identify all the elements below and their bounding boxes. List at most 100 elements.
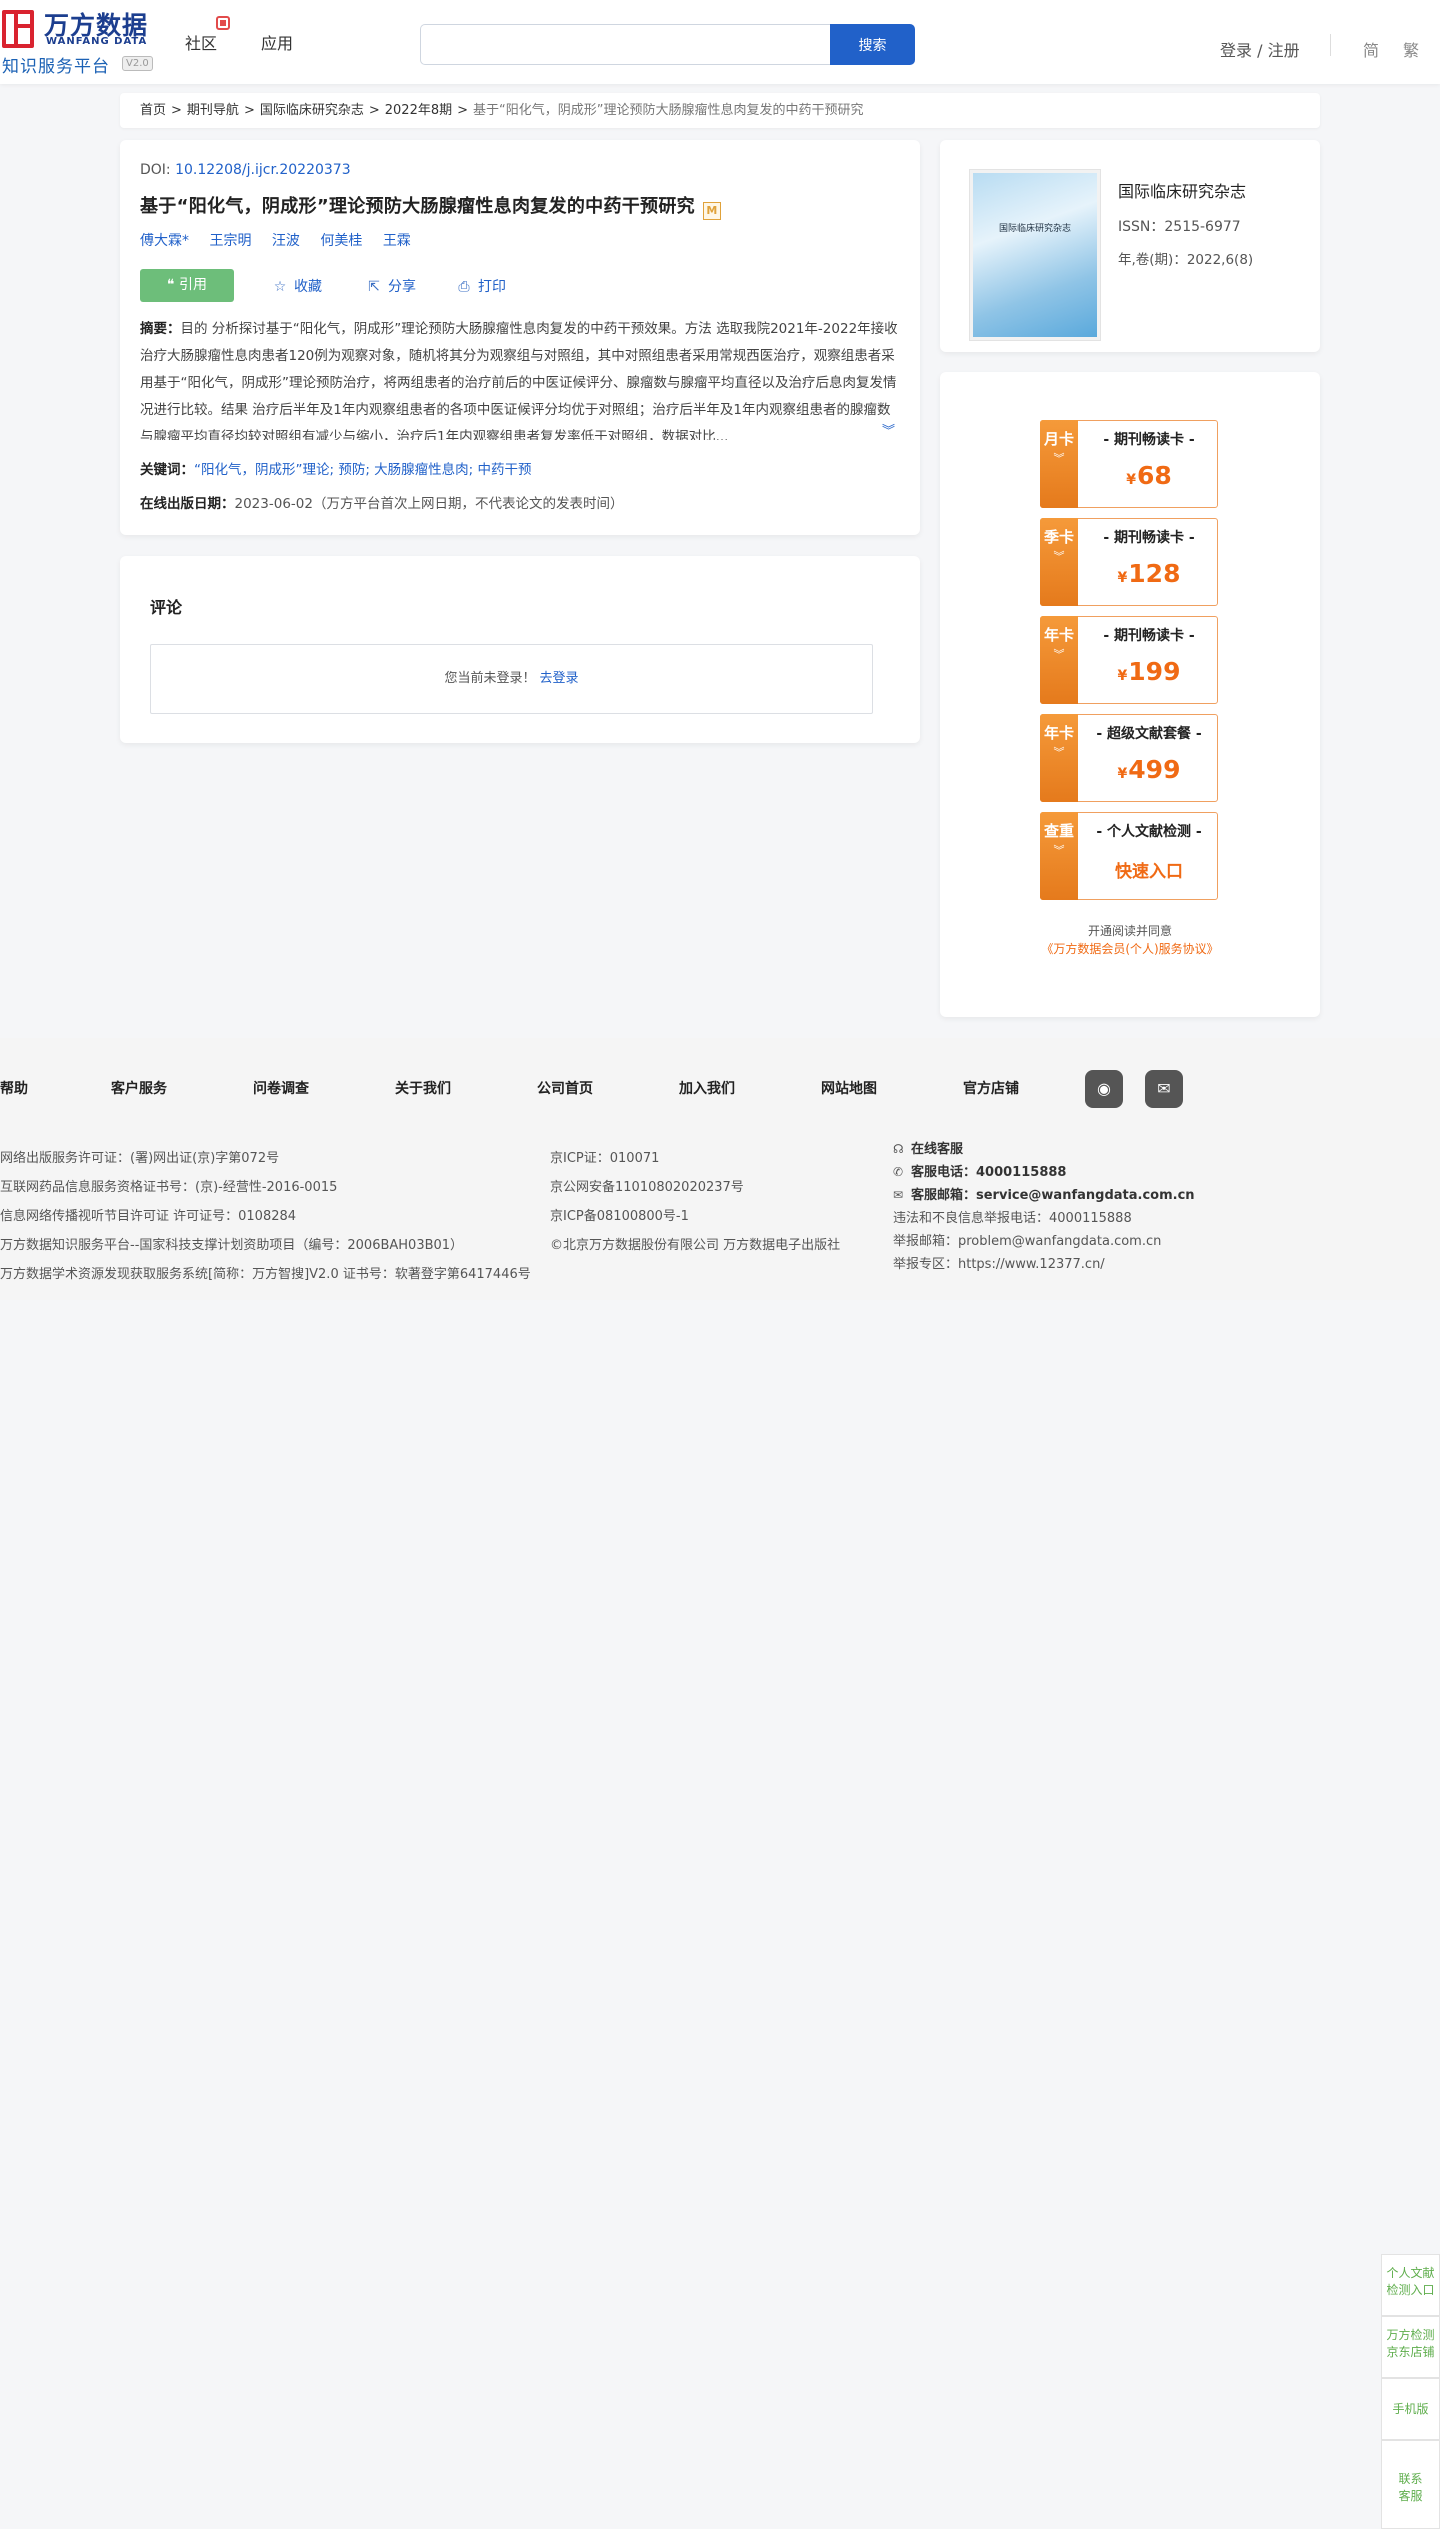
currency-symbol: ¥ [1117,766,1128,782]
favorite-button[interactable]: ☆ 收藏 [272,276,322,296]
plan-quarterly[interactable]: 季卡 ︾ - 期刊畅读卡 - ¥128 [1040,518,1218,606]
lang-traditional[interactable]: 繁 [1403,37,1419,61]
side-plagiarism-entry[interactable]: 个人文献检测入口 [1381,2254,1440,2316]
footer-nav-company-home[interactable]: 公司首页 [537,1078,593,1098]
publish-date-value: 2023-06-02 [234,496,313,512]
report-phone: 违法和不良信息举报电话：4000115888 [893,1211,1132,1226]
footer-licenses: 网络出版服务许可证：(署)网出证(京)字第072号 互联网药品信息服务资格证书号… [0,1144,531,1289]
search-button[interactable]: 搜索 [830,24,915,65]
header-divider [1330,34,1331,56]
publish-date-label: 在线出版日期： [140,496,235,512]
lang-simplified[interactable]: 简 [1363,37,1379,61]
footer-nav-customer-service[interactable]: 客户服务 [111,1078,167,1098]
author-link[interactable]: 汪波 [272,233,300,249]
double-down-arrow-icon: ︾ [1053,550,1065,563]
side-jd-store[interactable]: 万方检测京东店铺 [1381,2316,1440,2378]
report-site[interactable]: 举报专区：https://www.12377.cn/ [893,1253,1195,1276]
footer-nav-join[interactable]: 加入我们 [679,1078,735,1098]
go-login-link[interactable]: 去登录 [540,671,579,686]
footer-license-line: 互联网药品信息服务资格证书号：(京)-经营性-2016-0015 [0,1180,338,1195]
double-down-arrow-icon: ︾ [1053,844,1065,857]
print-button[interactable]: ⎙ 打印 [456,276,506,296]
service-agreement-link[interactable]: 《万方数据会员(个人)服务协议》 [1041,942,1218,956]
breadcrumb-issue[interactable]: 2022年8期 [385,103,452,118]
not-logged-in-text: 您当前未登录！ [444,671,536,686]
plan-name: - 期刊畅读卡 - [1103,530,1195,546]
phone-icon: ✆ [893,1165,904,1179]
footer-nav-help[interactable]: 帮助 [0,1078,28,1098]
plan-price: ¥128 [1079,559,1219,588]
keywords-links[interactable]: “阳化气，阴成形”理论; 预防; 大肠腺瘤性息肉; 中药干预 [194,462,532,478]
plan-yearly[interactable]: 年卡 ︾ - 期刊畅读卡 - ¥199 [1040,616,1218,704]
author-link[interactable]: 何美桂 [320,233,362,249]
currency-symbol: ¥ [1117,668,1128,684]
service-email-text: 客服邮箱：service@wanfangdata.com.cn [911,1188,1195,1203]
plan-tag: 查重 ︾ [1040,812,1078,900]
star-icon: ☆ [273,279,287,295]
currency-symbol: ¥ [1126,472,1136,488]
footer-license-line: 信息网络传播视听节目许可证 许可证号：0108284 [0,1209,297,1224]
footer-nav-survey[interactable]: 问卷调查 [253,1078,309,1098]
agreement-text: 开通阅读并同意 《万方数据会员(个人)服务协议》 [940,922,1320,958]
online-service-link[interactable]: ☊ 在线客服 [893,1138,1195,1161]
plan-super-package[interactable]: 年卡 ︾ - 超级文献套餐 - ¥499 [1040,714,1218,802]
author-link[interactable]: 王霖 [383,233,411,249]
plan-tag: 年卡 ︾ [1040,616,1078,704]
doi-link[interactable]: 10.12208/j.ijcr.20220373 [175,162,351,178]
author-link[interactable]: 王宗明 [209,233,251,249]
plan-tag-label: 季卡 [1043,528,1074,546]
logo-version: V2.0 [122,56,153,71]
publish-date: 在线出版日期：2023-06-02（万方平台首次上网日期，不代表论文的发表时间） [140,492,623,512]
price-value: 128 [1128,559,1181,588]
footer-icp-line: 京公网安备11010802020237号 [550,1180,744,1195]
side-contact-service[interactable]: 联系客服 [1381,2440,1440,2529]
plan-tag-label: 月卡 [1043,430,1074,448]
cite-button[interactable]: ❝ 引用 [140,269,234,302]
journal-name[interactable]: 国际临床研究杂志 [1118,178,1246,202]
article-title-text: 基于“阳化气，阴成形”理论预防大肠腺瘤性息肉复发的中药干预研究 [140,196,695,217]
side-mobile[interactable]: 手机版 [1381,2378,1440,2440]
footer-nav-about[interactable]: 关于我们 [395,1078,451,1098]
plan-tag: 季卡 ︾ [1040,518,1078,606]
plan-tag: 月卡 ︾ [1040,420,1078,508]
plan-monthly[interactable]: 月卡 ︾ - 期刊畅读卡 - ¥68 [1040,420,1218,508]
nav-community[interactable]: 社区 [185,30,217,54]
breadcrumb-separator: > [368,103,380,118]
plan-name: - 超级文献套餐 - [1096,726,1202,742]
search-input[interactable] [420,24,830,65]
quick-entry-link[interactable]: 快速入口 [1079,857,1219,882]
doi: DOI: 10.12208/j.ijcr.20220373 [140,162,351,178]
plan-plagiarism-check[interactable]: 查重 ︾ - 个人文献检测 - 快速入口 [1040,812,1218,900]
breadcrumb-home[interactable]: 首页 [140,103,166,118]
nav-apps[interactable]: 应用 [261,30,293,54]
footer-nav-official-store[interactable]: 官方店铺 [963,1078,1019,1098]
double-down-arrow-icon: ︾ [1053,452,1065,465]
footer-license-line: 网络出版服务许可证：(署)网出证(京)字第072号 [0,1151,280,1166]
breadcrumb-journal-nav[interactable]: 期刊导航 [187,103,239,118]
service-phone-text: 客服电话：4000115888 [911,1165,1067,1180]
currency-symbol: ¥ [1117,570,1128,586]
expand-abstract-icon[interactable]: ︾ [882,420,895,439]
share-label: 分享 [388,279,416,295]
logo-subtitle: 知识服务平台 [2,57,110,77]
footer-nav-sitemap[interactable]: 网站地图 [821,1078,877,1098]
journal-card: 国际临床研究杂志 国际临床研究杂志 ISSN：2515-6977 年,卷(期)：… [940,140,1320,352]
wechat-icon[interactable]: ✉ [1145,1070,1183,1108]
journal-cover[interactable]: 国际临床研究杂志 [970,170,1100,340]
quote-icon: ❝ [167,277,175,293]
login-register-link[interactable]: 登录 / 注册 [1220,37,1300,61]
breadcrumb-journal[interactable]: 国际临床研究杂志 [260,103,364,118]
author-link[interactable]: 傅大霖* [140,233,189,249]
footer-contact: ☊ 在线客服 ✆ 客服电话：4000115888 ✉ 客服邮箱：service@wan… [893,1138,1195,1276]
plan-price: ¥68 [1079,461,1219,490]
medline-badge-icon: M [702,202,721,220]
plan-tag-label: 查重 [1043,822,1074,840]
weibo-icon[interactable]: ◉ [1085,1070,1123,1108]
doi-label: DOI: [140,162,176,178]
wanfang-logo[interactable]: 万方数据 WANFANG DATA 知识服务平台 V2.0 [0,6,160,77]
share-button[interactable]: ⇱ 分享 [366,276,416,296]
footer-license-line: 万方数据学术资源发现获取服务系统[简称：万方智搜]V2.0 证书号：软著登字第6… [0,1267,531,1282]
publish-date-note: （万方平台首次上网日期，不代表论文的发表时间） [312,496,624,512]
breadcrumb: 首页 > 期刊导航 > 国际临床研究杂志 >2022年8期 > 基于“阳化气，阴成形”理论预防… [120,93,1320,128]
mail-icon: ✉ [893,1188,904,1202]
